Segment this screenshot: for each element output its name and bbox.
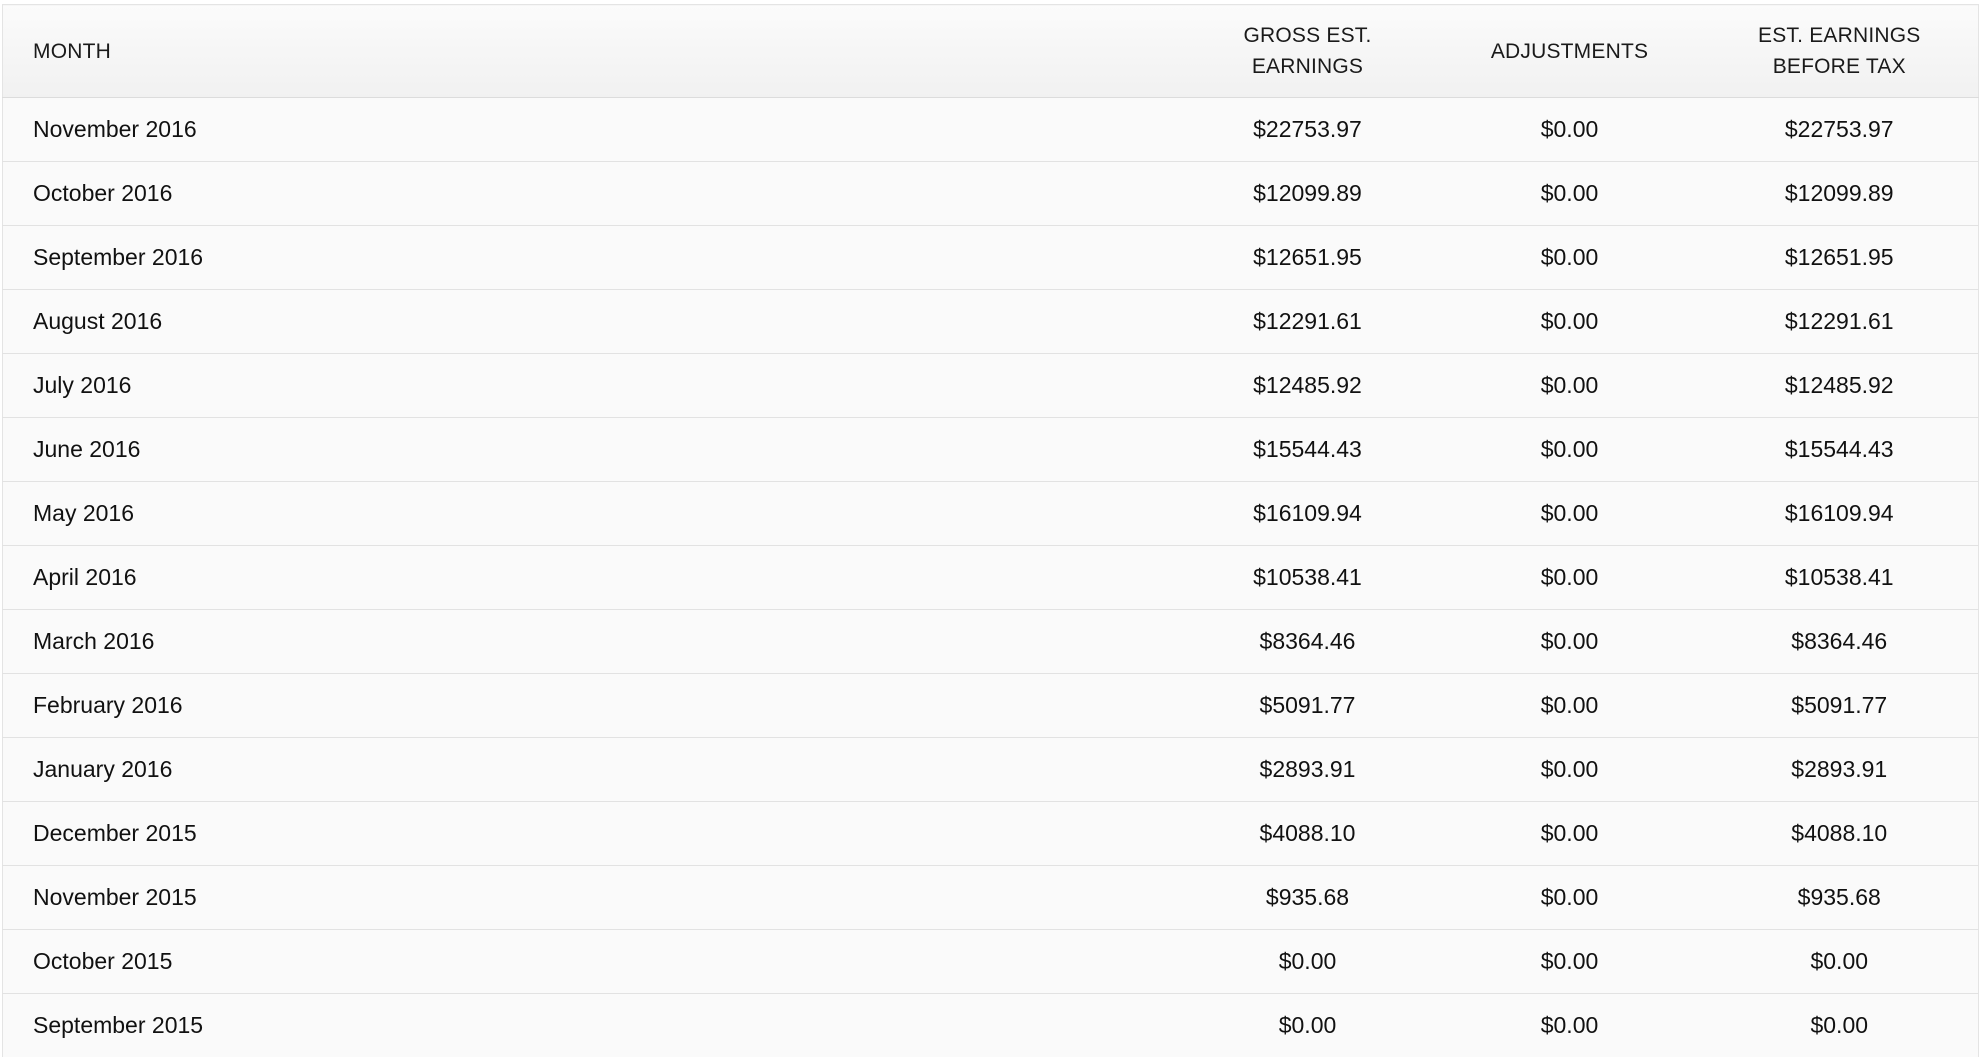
earnings-before-tax-cell: $12651.95 <box>1701 226 1979 290</box>
adjustments-cell: $0.00 <box>1439 354 1701 418</box>
month-cell: July 2016 <box>3 354 1177 418</box>
month-cell: January 2016 <box>3 738 1177 802</box>
table-row: November 2016 $22753.97 $0.00 $22753.97 <box>3 98 1979 162</box>
gross-earnings-cell: $15544.43 <box>1177 418 1439 482</box>
earnings-before-tax-cell: $22753.97 <box>1701 98 1979 162</box>
gross-earnings-cell: $935.68 <box>1177 866 1439 930</box>
column-header-earnings-before-tax: EST. EARNINGS BEFORE TAX <box>1701 5 1979 98</box>
earnings-before-tax-cell: $0.00 <box>1701 930 1979 994</box>
adjustments-cell: $0.00 <box>1439 546 1701 610</box>
table-row: February 2016 $5091.77 $0.00 $5091.77 <box>3 674 1979 738</box>
table-row: September 2016 $12651.95 $0.00 $12651.95 <box>3 226 1979 290</box>
adjustments-cell: $0.00 <box>1439 930 1701 994</box>
column-header-adjustments: ADJUSTMENTS <box>1439 5 1701 98</box>
table-row: July 2016 $12485.92 $0.00 $12485.92 <box>3 354 1979 418</box>
earnings-before-tax-cell: $10538.41 <box>1701 546 1979 610</box>
gross-earnings-cell: $16109.94 <box>1177 482 1439 546</box>
earnings-before-tax-cell: $935.68 <box>1701 866 1979 930</box>
gross-earnings-cell: $12651.95 <box>1177 226 1439 290</box>
earnings-before-tax-cell: $2893.91 <box>1701 738 1979 802</box>
adjustments-cell: $0.00 <box>1439 482 1701 546</box>
gross-earnings-cell: $2893.91 <box>1177 738 1439 802</box>
table-row: April 2016 $10538.41 $0.00 $10538.41 <box>3 546 1979 610</box>
earnings-before-tax-cell: $8364.46 <box>1701 610 1979 674</box>
gross-earnings-cell: $8364.46 <box>1177 610 1439 674</box>
column-header-gross-line2: EARNINGS <box>1189 51 1427 82</box>
adjustments-cell: $0.00 <box>1439 866 1701 930</box>
adjustments-cell: $0.00 <box>1439 162 1701 226</box>
column-header-month: MONTH <box>3 5 1177 98</box>
table-row: November 2015 $935.68 $0.00 $935.68 <box>3 866 1979 930</box>
table-row: March 2016 $8364.46 $0.00 $8364.46 <box>3 610 1979 674</box>
gross-earnings-cell: $4088.10 <box>1177 802 1439 866</box>
month-cell: October 2015 <box>3 930 1177 994</box>
month-cell: June 2016 <box>3 418 1177 482</box>
table-row: October 2016 $12099.89 $0.00 $12099.89 <box>3 162 1979 226</box>
adjustments-cell: $0.00 <box>1439 418 1701 482</box>
adjustments-cell: $0.00 <box>1439 610 1701 674</box>
gross-earnings-cell: $12099.89 <box>1177 162 1439 226</box>
table-body: November 2016 $22753.97 $0.00 $22753.97 … <box>3 98 1979 1057</box>
gross-earnings-cell: $0.00 <box>1177 930 1439 994</box>
adjustments-cell: $0.00 <box>1439 738 1701 802</box>
gross-earnings-cell: $0.00 <box>1177 994 1439 1057</box>
column-header-adjustments-label: ADJUSTMENTS <box>1491 40 1648 63</box>
earnings-before-tax-cell: $15544.43 <box>1701 418 1979 482</box>
earnings-table: MONTH GROSS EST. EARNINGS ADJUSTMENTS ES… <box>2 4 1979 1057</box>
adjustments-cell: $0.00 <box>1439 994 1701 1057</box>
gross-earnings-cell: $12485.92 <box>1177 354 1439 418</box>
table-header: MONTH GROSS EST. EARNINGS ADJUSTMENTS ES… <box>3 5 1979 98</box>
column-header-net-line1: EST. EARNINGS <box>1713 20 1967 51</box>
gross-earnings-cell: $12291.61 <box>1177 290 1439 354</box>
earnings-before-tax-cell: $16109.94 <box>1701 482 1979 546</box>
earnings-before-tax-cell: $12485.92 <box>1701 354 1979 418</box>
month-cell: September 2016 <box>3 226 1177 290</box>
adjustments-cell: $0.00 <box>1439 98 1701 162</box>
earnings-before-tax-cell: $5091.77 <box>1701 674 1979 738</box>
month-cell: March 2016 <box>3 610 1177 674</box>
month-cell: October 2016 <box>3 162 1177 226</box>
month-cell: April 2016 <box>3 546 1177 610</box>
header-row: MONTH GROSS EST. EARNINGS ADJUSTMENTS ES… <box>3 5 1979 98</box>
column-header-gross-line1: GROSS EST. <box>1189 20 1427 51</box>
month-cell: August 2016 <box>3 290 1177 354</box>
column-header-gross-earnings: GROSS EST. EARNINGS <box>1177 5 1439 98</box>
month-cell: May 2016 <box>3 482 1177 546</box>
earnings-before-tax-cell: $12099.89 <box>1701 162 1979 226</box>
table-row: August 2016 $12291.61 $0.00 $12291.61 <box>3 290 1979 354</box>
adjustments-cell: $0.00 <box>1439 802 1701 866</box>
earnings-before-tax-cell: $4088.10 <box>1701 802 1979 866</box>
table-row: January 2016 $2893.91 $0.00 $2893.91 <box>3 738 1979 802</box>
gross-earnings-cell: $5091.77 <box>1177 674 1439 738</box>
earnings-before-tax-cell: $12291.61 <box>1701 290 1979 354</box>
table-row: December 2015 $4088.10 $0.00 $4088.10 <box>3 802 1979 866</box>
table-row: September 2015 $0.00 $0.00 $0.00 <box>3 994 1979 1057</box>
table-row: October 2015 $0.00 $0.00 $0.00 <box>3 930 1979 994</box>
month-cell: February 2016 <box>3 674 1177 738</box>
month-cell: November 2016 <box>3 98 1177 162</box>
gross-earnings-cell: $22753.97 <box>1177 98 1439 162</box>
table-row: May 2016 $16109.94 $0.00 $16109.94 <box>3 482 1979 546</box>
month-cell: November 2015 <box>3 866 1177 930</box>
adjustments-cell: $0.00 <box>1439 290 1701 354</box>
month-cell: December 2015 <box>3 802 1177 866</box>
adjustments-cell: $0.00 <box>1439 226 1701 290</box>
table-row: June 2016 $15544.43 $0.00 $15544.43 <box>3 418 1979 482</box>
column-header-month-label: MONTH <box>33 40 111 63</box>
adjustments-cell: $0.00 <box>1439 674 1701 738</box>
month-cell: September 2015 <box>3 994 1177 1057</box>
column-header-net-line2: BEFORE TAX <box>1713 51 1967 82</box>
earnings-before-tax-cell: $0.00 <box>1701 994 1979 1057</box>
gross-earnings-cell: $10538.41 <box>1177 546 1439 610</box>
